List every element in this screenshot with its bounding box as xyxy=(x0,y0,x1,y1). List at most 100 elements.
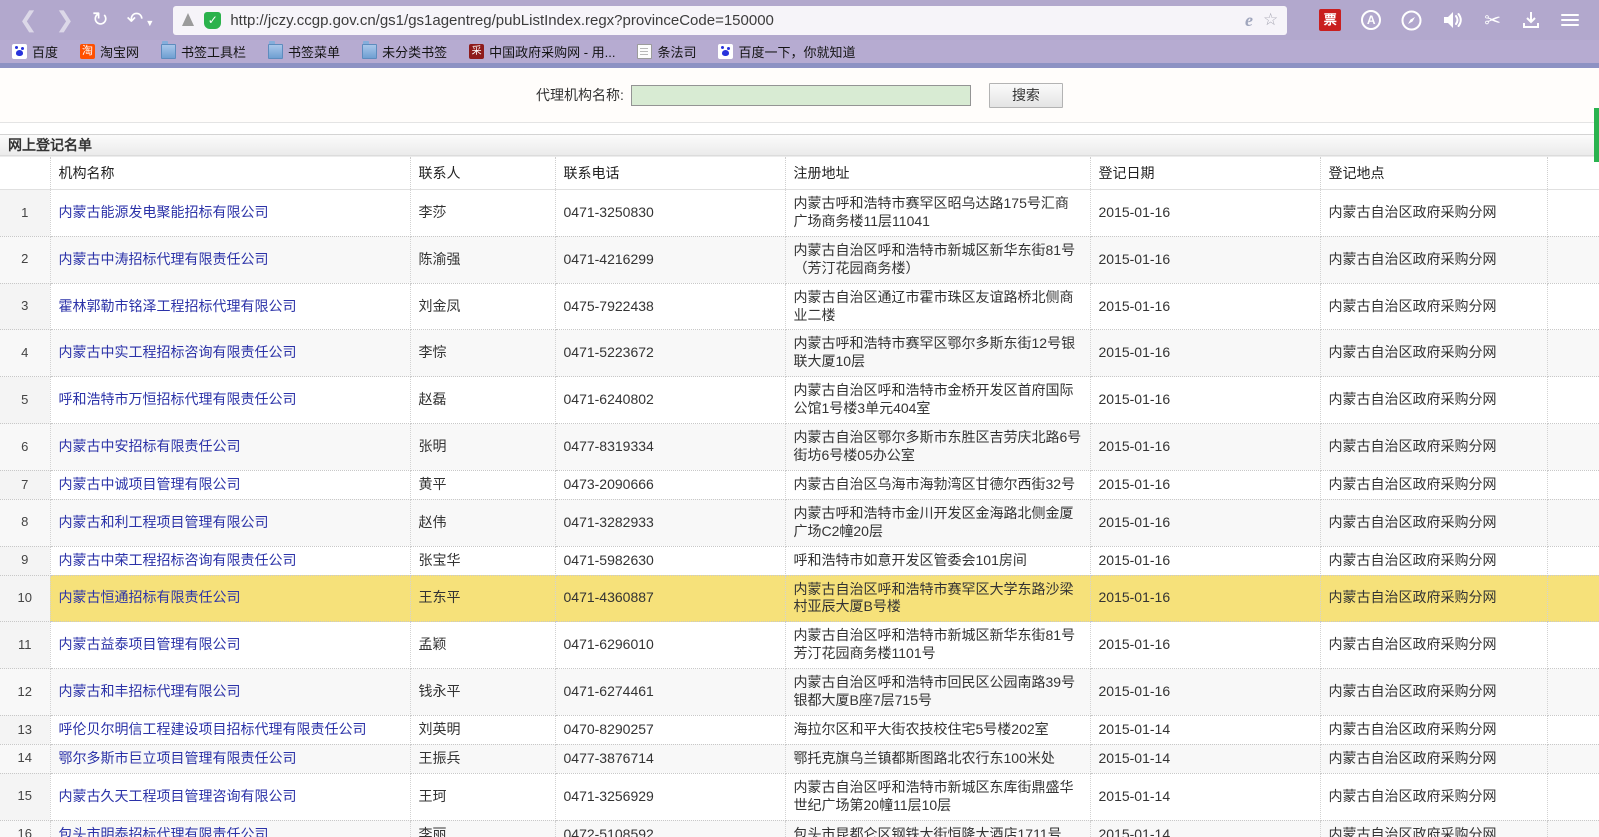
search-button[interactable]: 搜索 xyxy=(989,83,1063,108)
green-scrollbar-thumb[interactable] xyxy=(1594,108,1599,162)
url-text[interactable]: http://jczy.ccgp.gov.cn/gs1/gs1agentreg/… xyxy=(230,12,1239,29)
agency-name-link[interactable]: 霍林郭勒市铭泽工程招标代理有限公司 xyxy=(59,298,297,314)
filler-cell xyxy=(1547,190,1599,237)
bookmark-item[interactable]: 书签工具栏 xyxy=(161,42,246,61)
date-cell: 2015-01-16 xyxy=(1090,190,1320,237)
header-date[interactable]: 登记日期 xyxy=(1090,157,1320,190)
filler-cell xyxy=(1547,377,1599,424)
bookmark-item[interactable]: 采 中国政府采购网 - 用... xyxy=(469,42,615,61)
agency-name-link[interactable]: 内蒙古和丰招标代理有限公司 xyxy=(59,683,241,699)
agency-name-link[interactable]: 呼和浩特市万恒招标代理有限责任公司 xyxy=(59,391,297,407)
phone-cell: 0472-5108592 xyxy=(555,820,785,837)
table-row[interactable]: 6 内蒙古中安招标有限责任公司 张明 0477-8319334 内蒙古自治区鄂尔… xyxy=(0,424,1599,471)
agency-name-link[interactable]: 内蒙古中诚项目管理有限公司 xyxy=(59,476,241,492)
agency-name-link[interactable]: 内蒙古能源发电聚能招标有限公司 xyxy=(59,204,269,220)
agency-name-link[interactable]: 内蒙古中实工程招标咨询有限责任公司 xyxy=(59,344,297,360)
agency-name-link[interactable]: 内蒙古中安招标有限责任公司 xyxy=(59,438,241,454)
filler-cell xyxy=(1547,330,1599,377)
undo-arrow-icon[interactable]: ↶▼ xyxy=(127,10,155,30)
table-header-row: 机构名称 联系人 联系电话 注册地址 登记日期 登记地点 xyxy=(0,157,1599,190)
folder-icon xyxy=(362,44,377,59)
table-row[interactable]: 4 内蒙古中实工程招标咨询有限责任公司 李悰 0471-5223672 内蒙古呼… xyxy=(0,330,1599,377)
date-cell: 2015-01-16 xyxy=(1090,669,1320,716)
table-row[interactable]: 16 包头市明泰招标代理有限责任公司 李丽 0472-5108592 包头市昆都… xyxy=(0,820,1599,837)
agent-name-input[interactable] xyxy=(631,85,971,106)
circle-a-icon[interactable]: A xyxy=(1361,10,1381,30)
agency-name-link[interactable]: 内蒙古中涛招标代理有限责任公司 xyxy=(59,251,269,267)
row-number: 3 xyxy=(0,283,50,330)
bookmark-item[interactable]: 淘 淘宝网 xyxy=(80,42,139,61)
header-location[interactable]: 登记地点 xyxy=(1320,157,1547,190)
agency-name-link[interactable]: 内蒙古恒通招标有限责任公司 xyxy=(59,589,241,605)
menu-icon[interactable] xyxy=(1561,11,1579,29)
bookmark-item[interactable]: 书签菜单 xyxy=(268,42,340,61)
table-row[interactable]: 13 呼伦贝尔明信工程建设项目招标代理有限责任公司 刘英明 0470-82902… xyxy=(0,715,1599,744)
address-cell: 鄂托克旗乌兰镇都斯图路北农行东100米处 xyxy=(785,744,1090,773)
bookmark-label: 中国政府采购网 - 用... xyxy=(489,42,615,61)
agency-name-link[interactable]: 内蒙古和利工程项目管理有限公司 xyxy=(59,514,269,530)
table-row[interactable]: 7 内蒙古中诚项目管理有限公司 黄平 0473-2090666 内蒙古自治区乌海… xyxy=(0,470,1599,499)
location-cell: 内蒙古自治区政府采购分网 xyxy=(1320,715,1547,744)
table-row[interactable]: 9 内蒙古中荣工程招标咨询有限责任公司 张宝华 0471-5982630 呼和浩… xyxy=(0,546,1599,575)
contact-cell: 黄平 xyxy=(410,470,555,499)
ie-icon[interactable]: e xyxy=(1245,10,1253,31)
bookmark-label: 未分类书签 xyxy=(382,42,447,61)
row-number: 4 xyxy=(0,330,50,377)
table-row[interactable]: 5 呼和浩特市万恒招标代理有限责任公司 赵磊 0471-6240802 内蒙古自… xyxy=(0,377,1599,424)
header-phone[interactable]: 联系电话 xyxy=(555,157,785,190)
agency-name-link[interactable]: 内蒙古中荣工程招标咨询有限责任公司 xyxy=(59,552,297,568)
filler-cell xyxy=(1547,622,1599,669)
bookmark-item[interactable]: 条法司 xyxy=(637,42,696,61)
header-address[interactable]: 注册地址 xyxy=(785,157,1090,190)
address-bar[interactable]: ✓ http://jczy.ccgp.gov.cn/gs1/gs1agentre… xyxy=(173,6,1287,35)
phone-cell: 0473-2090666 xyxy=(555,470,785,499)
agency-name-link[interactable]: 内蒙古久天工程项目管理咨询有限公司 xyxy=(59,788,297,804)
table-row[interactable]: 14 鄂尔多斯市巨立项目管理有限责任公司 王振兵 0477-3876714 鄂托… xyxy=(0,744,1599,773)
table-row[interactable]: 11 内蒙古益泰项目管理有限公司 孟颖 0471-6296010 内蒙古自治区呼… xyxy=(0,622,1599,669)
row-number: 8 xyxy=(0,499,50,546)
table-row[interactable]: 12 内蒙古和丰招标代理有限公司 钱永平 0471-6274461 内蒙古自治区… xyxy=(0,669,1599,716)
table-row[interactable]: 2 内蒙古中涛招标代理有限责任公司 陈渝强 0471-4216299 内蒙古自治… xyxy=(0,236,1599,283)
secure-shield-icon: ✓ xyxy=(204,12,221,29)
scissors-icon[interactable]: ✂ xyxy=(1484,8,1501,33)
location-cell: 内蒙古自治区政府采购分网 xyxy=(1320,377,1547,424)
baidu-paw-icon xyxy=(12,44,27,59)
contact-cell: 王珂 xyxy=(410,773,555,820)
filler-cell xyxy=(1547,424,1599,471)
bookmark-item[interactable]: 百度一下，你就知道 xyxy=(718,42,855,61)
forward-icon[interactable]: ❯ xyxy=(55,9,73,31)
contact-cell: 王振兵 xyxy=(410,744,555,773)
compass-icon[interactable] xyxy=(1401,10,1422,31)
bookmark-item[interactable]: 未分类书签 xyxy=(362,42,447,61)
date-cell: 2015-01-14 xyxy=(1090,744,1320,773)
table-row[interactable]: 3 霍林郭勒市铭泽工程招标代理有限公司 刘金凤 0475-7922438 内蒙古… xyxy=(0,283,1599,330)
date-cell: 2015-01-14 xyxy=(1090,715,1320,744)
bookmark-star-icon[interactable]: ☆ xyxy=(1263,10,1278,30)
row-number: 2 xyxy=(0,236,50,283)
bookmark-item[interactable]: 百度 xyxy=(12,42,58,61)
agency-name-link[interactable]: 呼伦贝尔明信工程建设项目招标代理有限责任公司 xyxy=(59,721,367,737)
filler-cell xyxy=(1547,546,1599,575)
download-icon[interactable] xyxy=(1521,10,1541,30)
ticket-extension-icon[interactable]: 票 xyxy=(1319,9,1341,31)
agency-name-link[interactable]: 包头市明泰招标代理有限责任公司 xyxy=(59,826,269,837)
refresh-icon[interactable]: ↻ xyxy=(92,10,109,30)
agency-name-link[interactable]: 鄂尔多斯市巨立项目管理有限责任公司 xyxy=(59,750,297,766)
date-cell: 2015-01-16 xyxy=(1090,622,1320,669)
contact-cell: 刘金凤 xyxy=(410,283,555,330)
speaker-icon[interactable] xyxy=(1442,10,1464,30)
address-cell: 内蒙古呼和浩特市金川开发区金海路北侧金厦广场C2幢20层 xyxy=(785,499,1090,546)
table-row[interactable]: 8 内蒙古和利工程项目管理有限公司 赵伟 0471-3282933 内蒙古呼和浩… xyxy=(0,499,1599,546)
agency-name-link[interactable]: 内蒙古益泰项目管理有限公司 xyxy=(59,636,241,652)
table-row[interactable]: 15 内蒙古久天工程项目管理咨询有限公司 王珂 0471-3256929 内蒙古… xyxy=(0,773,1599,820)
back-icon[interactable]: ❮ xyxy=(19,9,37,31)
location-cell: 内蒙古自治区政府采购分网 xyxy=(1320,330,1547,377)
table-row[interactable]: 1 内蒙古能源发电聚能招标有限公司 李莎 0471-3250830 内蒙古呼和浩… xyxy=(0,190,1599,237)
row-number: 7 xyxy=(0,470,50,499)
header-name[interactable]: 机构名称 xyxy=(50,157,410,190)
header-contact[interactable]: 联系人 xyxy=(410,157,555,190)
header-index xyxy=(0,157,50,190)
contact-cell: 孟颖 xyxy=(410,622,555,669)
table-row[interactable]: 10 内蒙古恒通招标有限责任公司 王东平 0471-4360887 内蒙古自治区… xyxy=(0,575,1599,622)
date-cell: 2015-01-16 xyxy=(1090,236,1320,283)
